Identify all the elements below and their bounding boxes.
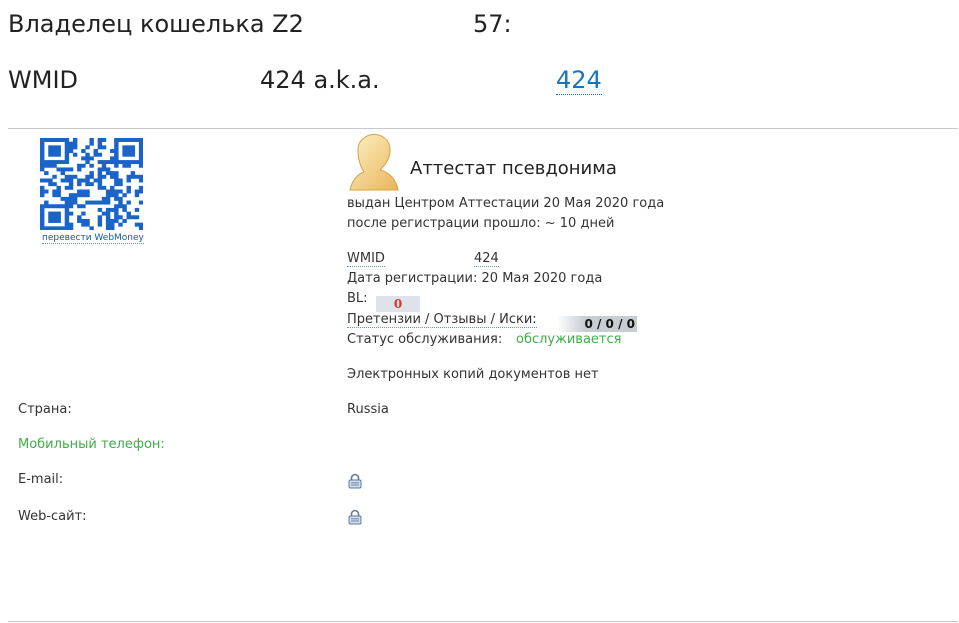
wmid-detail-value[interactable]: 424 — [474, 251, 499, 267]
website-label: Web-сайт: — [18, 509, 87, 524]
bl-badge[interactable]: 0 — [376, 293, 420, 312]
qr-code[interactable] — [40, 138, 144, 231]
country-label: Страна: — [18, 402, 72, 417]
qr-transfer-link[interactable]: перевести WebMoney — [42, 233, 144, 244]
person-silhouette-icon — [349, 134, 399, 191]
qr-code-image — [40, 138, 144, 231]
avatar — [346, 132, 402, 192]
bottom-divider — [8, 621, 958, 622]
mobile-phone-label: Мобильный телефон: — [18, 437, 165, 452]
registration-date: Дата регистрации: 20 Мая 2020 года — [347, 271, 603, 286]
country-value: Russia — [347, 402, 389, 417]
lock-icon — [348, 509, 362, 525]
service-status-label: Статус обслуживания: — [347, 332, 503, 347]
claims-link[interactable]: Претензии / Отзывы / Иски: — [347, 312, 537, 328]
certificate-issued: выдан Центром Аттестации 20 Мая 2020 год… — [347, 196, 665, 211]
wmid-detail-label[interactable]: WMID — [347, 251, 385, 267]
claims-badge[interactable]: 0 / 0 / 0 — [557, 313, 637, 332]
service-status-value: обслуживается — [516, 332, 622, 347]
wmid-link[interactable]: 424 — [556, 66, 602, 95]
wmid-aka: 424 a.k.a. — [260, 66, 380, 94]
email-label: E-mail: — [18, 472, 64, 487]
website-lock-icon — [348, 509, 362, 525]
lock-icon — [348, 473, 362, 489]
owner-suffix: 57: — [473, 10, 512, 38]
top-divider — [8, 128, 958, 129]
claims-value: 0 / 0 / 0 — [557, 316, 637, 332]
certificate-title: Аттестат псевдонима — [410, 158, 617, 179]
email-lock-icon — [348, 473, 362, 489]
wmid-label: WMID — [8, 66, 78, 94]
certificate-since: после регистрации прошло: ~ 10 дней — [347, 216, 615, 231]
bl-label: BL: — [347, 291, 368, 306]
bl-value: 0 — [376, 296, 420, 312]
owner-label: Владелец кошелька Z2 — [8, 10, 304, 38]
documents-note: Электронных копий документов нет — [347, 367, 599, 382]
